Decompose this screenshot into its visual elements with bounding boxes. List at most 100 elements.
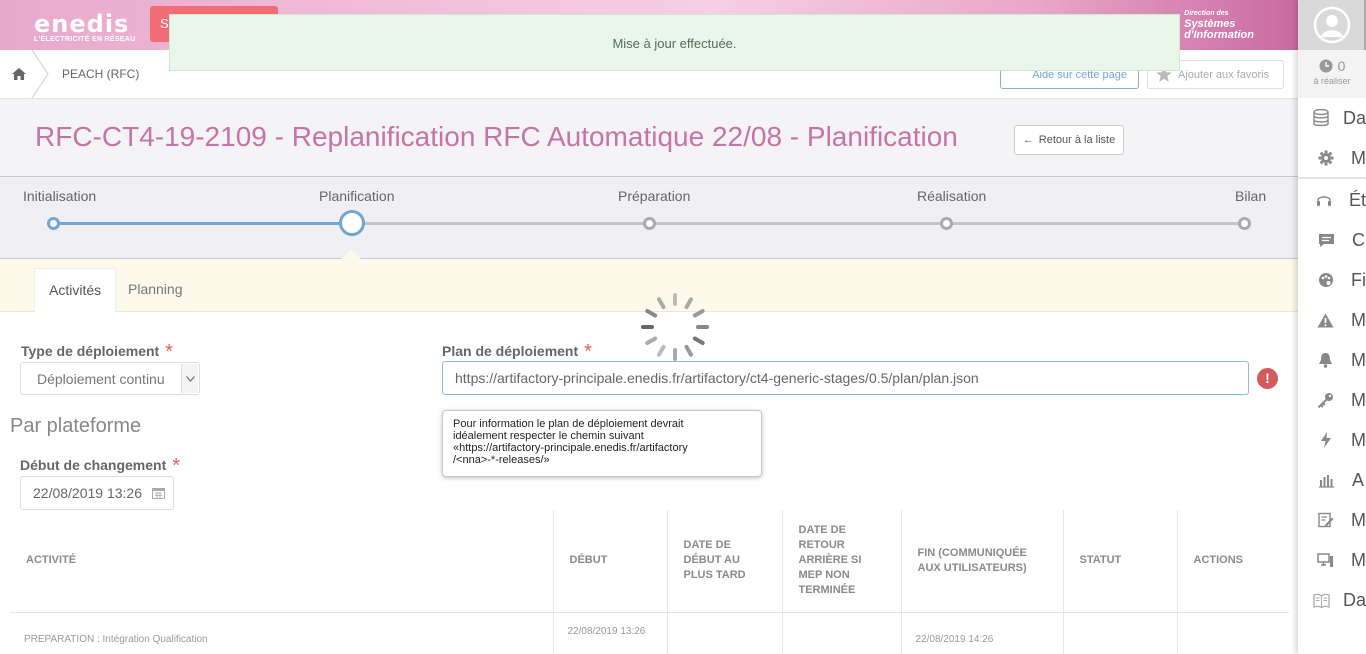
deployment-plan-label: Plan de déploiement * [442, 339, 592, 363]
page-title: RFC-CT4-19-2109 - Replanification RFC Au… [35, 121, 958, 152]
chevron-down-icon[interactable] [181, 364, 198, 393]
sidebar-item-documentation[interactable]: Da [1298, 580, 1366, 620]
stepper-track-done [54, 222, 352, 225]
deployment-type-label-text: Type de déploiement [21, 343, 160, 359]
column-header[interactable]: STATUT [1063, 510, 1178, 613]
deployment-type-label: Type de déploiement * [21, 339, 174, 363]
home-icon [12, 68, 26, 80]
sidebar-item-label: M [1351, 429, 1366, 450]
start-change-label-text: Début de changement [20, 457, 167, 473]
chat-icon [1298, 233, 1354, 248]
deployment-type-select[interactable]: Déploiement continu [20, 362, 200, 395]
back-to-list-label: Retour à la liste [1038, 134, 1116, 146]
step-label-initialisation[interactable]: Initialisation [23, 188, 96, 204]
sidebar-item-label: C [1352, 229, 1365, 250]
headset-icon [1298, 192, 1351, 208]
stepper-track-pending [352, 222, 1245, 225]
step-dot-preparation[interactable] [643, 217, 656, 230]
sidebar-item-label: M [1351, 509, 1366, 530]
table-cell [1177, 612, 1289, 654]
todo-count-row: 0 [1298, 58, 1366, 74]
sidebar-item-notifications[interactable]: M [1298, 340, 1366, 380]
brand-tagline: L'ÉLECTRICITÉ EN RÉSEAU [34, 36, 136, 43]
stepper-pointer [340, 250, 362, 260]
todo-counter[interactable]: 0 à réaliser [1298, 50, 1366, 98]
table-cell [667, 612, 783, 654]
column-header[interactable]: DÉBUT [553, 510, 668, 613]
sidebar-item-label: M [1351, 309, 1366, 330]
book-icon [1298, 593, 1345, 608]
sidebar-item-label: Da [1342, 107, 1366, 128]
deployment-plan-input[interactable]: https://artifactory-principale.enedis.fr… [442, 361, 1249, 395]
sidebar-item-settings[interactable]: M [1298, 138, 1366, 178]
required-mark: * [584, 341, 592, 363]
monitor-icon [1298, 552, 1353, 568]
plan-path-tooltip: Pour information le plan de déploiement … [442, 410, 762, 477]
sidebar-item-incidents[interactable]: M [1298, 420, 1366, 460]
workflow-stepper: Initialisation Planification Préparation… [0, 176, 1298, 259]
bolt-icon [1298, 432, 1353, 448]
sidebar-item-label: M [1351, 549, 1366, 570]
column-header[interactable]: ACTIONS [1177, 510, 1289, 613]
tooltip-line-2: idéalement respecter le chemin suivant [453, 430, 644, 442]
step-dot-realisation[interactable] [940, 217, 953, 230]
sidebar-item-analytics[interactable]: A [1298, 460, 1366, 500]
table-cell [782, 612, 902, 654]
required-mark: * [172, 455, 181, 477]
sidebar-item-data[interactable]: Da [1298, 98, 1366, 138]
start-change-label: Début de changement * [20, 453, 181, 477]
step-dot-bilan[interactable] [1238, 217, 1251, 230]
back-to-list-button[interactable]: ← Retour à la liste [1014, 125, 1124, 155]
gear-icon [1298, 150, 1353, 166]
add-favorite-label: Ajouter aux favoris [1178, 68, 1270, 81]
tab-activites[interactable]: Activités [34, 268, 117, 312]
sidebar-item-label: Da [1342, 589, 1366, 610]
start-change-value: 22/08/2019 13:26 [33, 485, 142, 501]
todo-count: 0 [1337, 58, 1346, 74]
user-avatar[interactable] [1298, 0, 1366, 50]
step-label-realisation[interactable]: Réalisation [917, 188, 986, 204]
table-cell: 22/08/2019 14:26 [901, 612, 1064, 654]
table-row[interactable]: PREPARATION : Intégration Qualification … [10, 612, 1289, 654]
right-sidebar: 0 à réaliser Da M Ét C Fi M M M M A M M … [1298, 0, 1366, 654]
table-cell: PREPARATION : Intégration Qualification [10, 612, 554, 654]
sidebar-item-edit[interactable]: M [1298, 500, 1366, 540]
database-icon [1298, 109, 1345, 127]
section-title: Par plateforme [10, 415, 142, 437]
column-header[interactable]: FIN (COMMUNIQUÉE AUX UTILISATEURS) [901, 510, 1064, 613]
calendar-icon[interactable] [152, 487, 165, 499]
breadcrumb-item[interactable]: PEACH (RFC) [62, 67, 139, 81]
tooltip-line-4: /<nna>-*-releases/» [453, 454, 550, 466]
sidebar-item-alerts[interactable]: M [1298, 300, 1366, 340]
edit-icon [1298, 512, 1353, 528]
sidebar-item-access[interactable]: M [1298, 380, 1366, 420]
column-header[interactable]: DATE DE DÉBUT AU PLUS TARD [667, 510, 783, 613]
step-dot-initialisation[interactable] [47, 217, 60, 230]
sidebar-divider [1298, 177, 1366, 179]
sidebar-item-label: Fi [1351, 269, 1366, 290]
enedis-logo[interactable]: enedis L'ÉLECTRICITÉ EN RÉSEAU [34, 10, 136, 43]
success-toast[interactable]: Mise à jour effectuée. [169, 14, 1180, 71]
required-mark: * [165, 341, 174, 363]
key-icon [1298, 392, 1353, 408]
dsi-line-3: d'Information [1184, 29, 1254, 41]
sidebar-item-label: M [1351, 389, 1366, 410]
table-cell [1063, 612, 1178, 654]
step-label-preparation[interactable]: Préparation [618, 188, 690, 204]
column-header[interactable]: ACTIVITÉ [10, 510, 554, 613]
dsi-logo: Direction des Systèmes d'Information [1184, 8, 1254, 41]
step-label-planification[interactable]: Planification [319, 188, 395, 204]
sidebar-item-files[interactable]: Fi [1298, 260, 1366, 300]
column-header[interactable]: DATE DE RETOUR ARRIÈRE SI MEP NON TERMIN… [782, 510, 902, 613]
step-label-bilan[interactable]: Bilan [1235, 188, 1266, 204]
tab-planning[interactable]: Planning [114, 268, 197, 312]
sidebar-item-label: A [1352, 469, 1365, 490]
arrow-left-icon: ← [1022, 134, 1034, 146]
start-change-input[interactable]: 22/08/2019 13:26 [20, 476, 174, 510]
sidebar-item-support[interactable]: Ét [1298, 180, 1366, 220]
warning-icon[interactable]: ! [1257, 368, 1278, 389]
sidebar-item-label: M [1351, 147, 1366, 168]
sidebar-item-comments[interactable]: C [1298, 220, 1366, 260]
step-dot-planification[interactable] [339, 210, 365, 236]
sidebar-item-machines[interactable]: M [1298, 540, 1366, 580]
